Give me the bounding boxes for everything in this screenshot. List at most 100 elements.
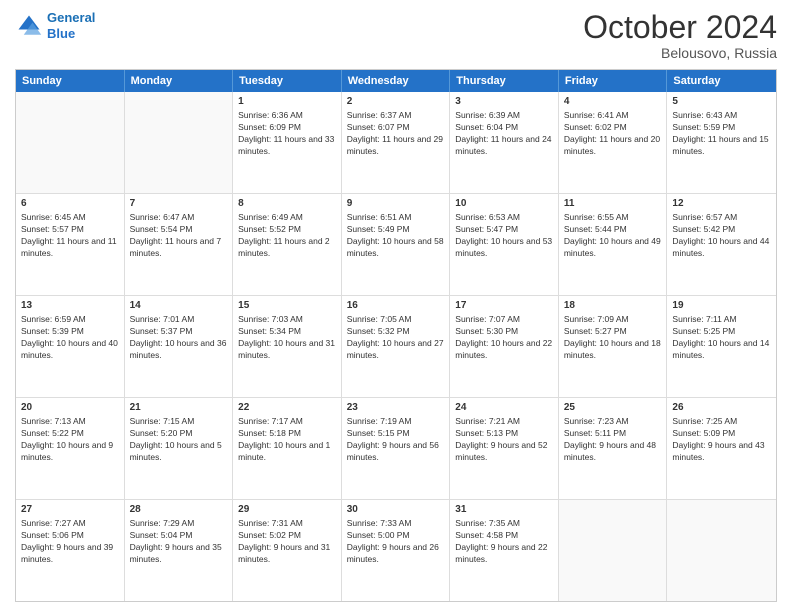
calendar-cell: 7Sunrise: 6:47 AMSunset: 5:54 PMDaylight… xyxy=(125,194,234,295)
calendar-cell xyxy=(125,92,234,193)
sunset-time: Sunset: 5:32 PM xyxy=(347,326,410,336)
day-number: 22 xyxy=(238,401,336,415)
day-of-week-header: Wednesday xyxy=(342,70,451,92)
day-number: 2 xyxy=(347,95,445,109)
daylight-hours: Daylight: 10 hours and 22 minutes. xyxy=(455,338,552,360)
calendar-cell: 30Sunrise: 7:33 AMSunset: 5:00 PMDayligh… xyxy=(342,500,451,601)
day-number: 9 xyxy=(347,197,445,211)
calendar-cell: 29Sunrise: 7:31 AMSunset: 5:02 PMDayligh… xyxy=(233,500,342,601)
sunrise-time: Sunrise: 6:53 AM xyxy=(455,212,520,222)
calendar-cell: 9Sunrise: 6:51 AM Sunset: 5:49 PM Daylight… xyxy=(342,194,451,295)
daylight-hours: Daylight: 10 hours and 58 minutes. xyxy=(347,236,444,258)
day-number: 17 xyxy=(455,299,553,313)
calendar-cell: 23Sunrise: 7:19 AMSunset: 5:15 PMDayligh… xyxy=(342,398,451,499)
calendar-cell: 15Sunrise: 7:03 AMSunset: 5:34 PMDayligh… xyxy=(233,296,342,397)
sunset-time: Sunset: 4:58 PM xyxy=(455,530,518,540)
daylight-hours: Daylight: 10 hours and 27 minutes. xyxy=(347,338,444,360)
sunset-time: Sunset: 5:02 PM xyxy=(238,530,301,540)
sunrise-time: Sunrise: 7:29 AM xyxy=(130,518,195,528)
sunrise-time: Sunrise: 6:49 AM xyxy=(238,212,303,222)
sunrise-time: Sunrise: 6:37 AM xyxy=(347,110,412,120)
daylight-hours: Daylight: 11 hours and 20 minutes. xyxy=(564,134,660,156)
daylight-hours: Daylight: 11 hours and 33 minutes. xyxy=(238,134,334,156)
day-number: 18 xyxy=(564,299,662,313)
sunset-time: Sunset: 5:39 PM xyxy=(21,326,84,336)
calendar-cell: 28Sunrise: 7:29 AMSunset: 5:04 PMDayligh… xyxy=(125,500,234,601)
sunset-time: Sunset: 5:49 PM xyxy=(347,224,410,234)
sunset-time: Sunset: 5:37 PM xyxy=(130,326,193,336)
daylight-hours: Daylight: 9 hours and 31 minutes. xyxy=(238,542,330,564)
calendar-cell: 6Sunrise: 6:45 AMSunset: 5:57 PMDaylight… xyxy=(16,194,125,295)
title-block: October 2024 Belousovo, Russia xyxy=(583,10,777,61)
sunset-time: Sunset: 5:34 PM xyxy=(238,326,301,336)
daylight-hours: Daylight: 9 hours and 43 minutes. xyxy=(672,440,764,462)
day-of-week-header: Tuesday xyxy=(233,70,342,92)
day-number: 21 xyxy=(130,401,228,415)
sunrise-time: Sunrise: 6:51 AM xyxy=(347,212,412,222)
day-number: 4 xyxy=(564,95,662,109)
daylight-hours: Daylight: 9 hours and 52 minutes. xyxy=(455,440,547,462)
calendar: SundayMondayTuesdayWednesdayThursdayFrid… xyxy=(15,69,777,602)
sunrise-time: Sunrise: 6:55 AM xyxy=(564,212,629,222)
daylight-hours: Daylight: 10 hours and 1 minute. xyxy=(238,440,330,462)
daylight-hours: Daylight: 10 hours and 44 minutes. xyxy=(672,236,769,258)
calendar-cell xyxy=(667,500,776,601)
sunset-time: Sunset: 5:00 PM xyxy=(347,530,410,540)
sunrise-time: Sunrise: 7:05 AM xyxy=(347,314,412,324)
daylight-hours: Daylight: 9 hours and 56 minutes. xyxy=(347,440,439,462)
sunset-time: Sunset: 6:02 PM xyxy=(564,122,627,132)
sunset-time: Sunset: 5:30 PM xyxy=(455,326,518,336)
calendar-cell: 4Sunrise: 6:41 AMSunset: 6:02 PMDaylight… xyxy=(559,92,668,193)
sunset-time: Sunset: 5:54 PM xyxy=(130,224,193,234)
daylight-hours: Daylight: 10 hours and 31 minutes. xyxy=(238,338,335,360)
day-number: 7 xyxy=(130,197,228,211)
daylight-hours: Daylight: 11 hours and 29 minutes. xyxy=(347,134,443,156)
day-number: 13 xyxy=(21,299,119,313)
day-number: 23 xyxy=(347,401,445,415)
sunset-time: Sunset: 5:52 PM xyxy=(238,224,301,234)
sunrise-time: Sunrise: 7:23 AM xyxy=(564,416,629,426)
calendar-cell: 1Sunrise: 6:36 AMSunset: 6:09 PMDaylight… xyxy=(233,92,342,193)
calendar-cell: 2Sunrise: 6:37 AMSunset: 6:07 PMDaylight… xyxy=(342,92,451,193)
sunset-time: Sunset: 6:04 PM xyxy=(455,122,518,132)
daylight-hours: Daylight: 10 hours and 49 minutes. xyxy=(564,236,661,258)
sunset-time: Sunset: 5:06 PM xyxy=(21,530,84,540)
daylight-hours: Daylight: 11 hours and 15 minutes. xyxy=(672,134,768,156)
day-number: 25 xyxy=(564,401,662,415)
daylight-hours: Daylight: 11 hours and 2 minutes. xyxy=(238,236,330,258)
day-number: 27 xyxy=(21,503,119,517)
daylight-hours: Daylight: 10 hours and 40 minutes. xyxy=(21,338,118,360)
calendar-cell: 25Sunrise: 7:23 AM Sunset: 5:11 PM Dayligh… xyxy=(559,398,668,499)
sunrise-time: Sunrise: 6:43 AM xyxy=(672,110,737,120)
day-number: 1 xyxy=(238,95,336,109)
calendar-cell: 3Sunrise: 6:39 AMSunset: 6:04 PMDaylight… xyxy=(450,92,559,193)
day-number: 6 xyxy=(21,197,119,211)
sunrise-time: Sunrise: 6:57 AM xyxy=(672,212,737,222)
day-number: 8 xyxy=(238,197,336,211)
calendar-cell: 26Sunrise: 7:25 AMSunset: 5:09 PMDayligh… xyxy=(667,398,776,499)
sunrise-time: Sunrise: 7:21 AM xyxy=(455,416,520,426)
day-number: 30 xyxy=(347,503,445,517)
calendar-cell xyxy=(16,92,125,193)
calendar-cell: 13Sunrise: 6:59 AMSunset: 5:39 PMDayligh… xyxy=(16,296,125,397)
sunset-time: Sunset: 5:09 PM xyxy=(672,428,735,438)
calendar-cell: 14Sunrise: 7:01 AMSunset: 5:37 PMDayligh… xyxy=(125,296,234,397)
day-number: 24 xyxy=(455,401,553,415)
sunrise-time: Sunrise: 6:39 AM xyxy=(455,110,520,120)
daylight-hours: Daylight: 11 hours and 11 minutes. xyxy=(21,236,117,258)
daylight-hours: Daylight: 9 hours and 22 minutes. xyxy=(455,542,547,564)
sunrise-time: Sunrise: 7:17 AM xyxy=(238,416,303,426)
sunrise-time: Sunrise: 7:09 AM xyxy=(564,314,629,324)
calendar-cell xyxy=(559,500,668,601)
calendar-week-row: 27Sunrise: 7:27 AMSunset: 5:06 PMDayligh… xyxy=(16,500,776,601)
sunset-time: Sunset: 5:04 PM xyxy=(130,530,193,540)
sunset-time: Sunset: 5:15 PM xyxy=(347,428,410,438)
sunrise-time: Sunrise: 7:31 AM xyxy=(238,518,303,528)
daylight-hours: Daylight: 10 hours and 9 minutes. xyxy=(21,440,113,462)
daylight-hours: Daylight: 9 hours and 48 minutes. xyxy=(564,440,656,462)
sunset-time: Sunset: 5:11 PM xyxy=(564,428,626,438)
daylight-hours: Daylight: 10 hours and 5 minutes. xyxy=(130,440,222,462)
sunset-time: Sunset: 5:20 PM xyxy=(130,428,193,438)
calendar-cell: 20Sunrise: 7:13 AMSunset: 5:22 PMDayligh… xyxy=(16,398,125,499)
logo-text: General Blue xyxy=(47,10,95,41)
